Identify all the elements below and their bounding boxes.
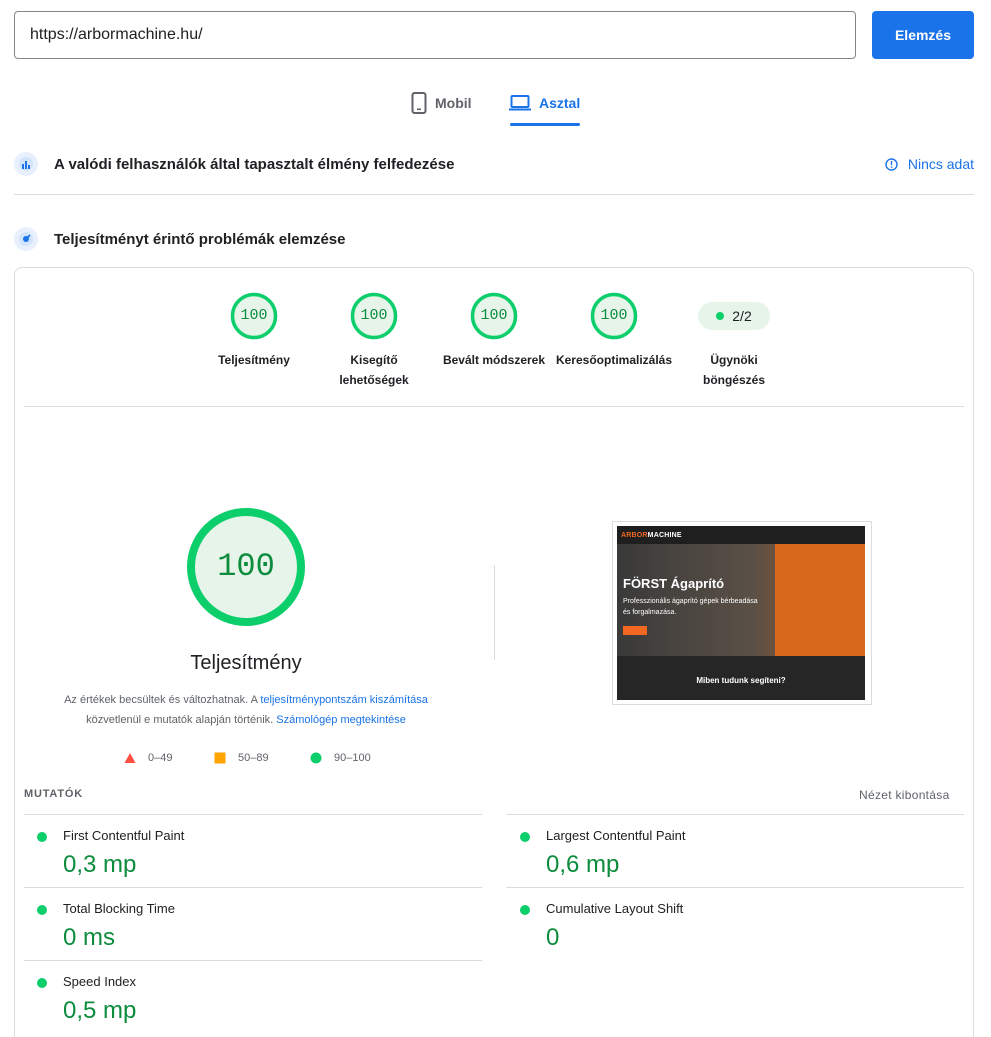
analyze-button[interactable]: Elemzés [872, 11, 974, 59]
calculator-link[interactable]: Számológép megtekintése [276, 714, 406, 726]
lab-data-icon [14, 227, 38, 251]
performance-score: 100 [217, 548, 275, 585]
logo-part-b: MACHINE [647, 531, 682, 539]
field-data-header: A valódi felhasználók által tapasztalt é… [14, 149, 974, 179]
page-screenshot[interactable]: ARBORMACHINE FÖRST Ágaprító Professzioná… [612, 521, 872, 705]
mobile-phone-icon [411, 92, 427, 114]
metric-name: Largest Contentful Paint [546, 828, 686, 843]
tab-mobile[interactable]: Mobil [411, 80, 472, 126]
score-calculation-link[interactable]: teljesítménypontszám kiszámítása [260, 694, 428, 706]
metric-name: Speed Index [63, 974, 137, 989]
metric-value: 0,5 mp [63, 997, 137, 1024]
category-gauge-best-practices[interactable]: 100 [470, 292, 518, 340]
screenshot-machine [775, 544, 865, 656]
score-disclaimer: Az értékek becsültek és változhatnak. A … [36, 690, 456, 730]
category-label-accessibility: Kisegítő lehetőségek [339, 353, 409, 387]
pass-dot-icon [520, 905, 530, 915]
legend-average: 50–89 [214, 750, 269, 766]
legend-fail-label: 0–49 [148, 752, 173, 764]
category-label-seo: Keresőoptimalizálás [555, 353, 673, 367]
pass-dot-icon [716, 312, 725, 320]
laptop-icon [509, 95, 531, 111]
category-label-performance: Teljesítmény [218, 353, 290, 367]
legend-average-label: 50–89 [238, 752, 269, 764]
expand-view-link[interactable]: Nézet kibontása [859, 788, 950, 802]
pass-dot-icon [37, 832, 47, 842]
url-bar: Elemzés [14, 11, 974, 59]
category-score: 100 [600, 307, 628, 324]
pass-dot-icon [37, 978, 47, 988]
legend-pass-label: 90–100 [334, 752, 371, 764]
metric-value: 0 ms [63, 924, 116, 951]
vertical-divider [494, 565, 495, 660]
logo-part-a: ARBOR [621, 531, 648, 539]
tab-desktop[interactable]: Asztal [509, 80, 580, 126]
metric-cls: Cumulative Layout Shift 0 [507, 888, 947, 960]
metric-lcp: Largest Contentful Paint 0,6 mp [507, 815, 947, 887]
agent-badge[interactable]: 2/2 [698, 302, 770, 330]
metric-speed-index: Speed Index 0,5 mp [24, 961, 464, 1033]
info-icon [885, 157, 898, 171]
category-gauge-accessibility[interactable]: 100 [350, 292, 398, 340]
metrics-heading: MUTATÓK [24, 788, 83, 800]
categories-divider [24, 406, 964, 407]
legend-pass: 90–100 [310, 750, 371, 766]
field-data-icon [14, 152, 38, 176]
legend-fail: 0–49 [124, 750, 172, 766]
field-data-title: A valódi felhasználók által tapasztalt é… [54, 155, 455, 173]
lab-data-header: Teljesítményt érintő problémák elemzése [14, 224, 974, 254]
screenshot-navbar: ARBORMACHINE [617, 526, 865, 544]
section-divider [14, 194, 974, 195]
metric-name: First Contentful Paint [63, 828, 185, 843]
metric-name: Cumulative Layout Shift [546, 901, 684, 916]
category-label-best-practices: Bevált módszerek [442, 353, 546, 367]
pass-dot-icon [520, 832, 530, 842]
screenshot-band-title: Miben tudunk segíteni? [696, 676, 786, 685]
metric-name: Total Blocking Time [63, 901, 175, 916]
metric-tbt: Total Blocking Time 0 ms [24, 888, 464, 960]
metric-value: 0,3 mp [63, 851, 137, 878]
device-tabs: Mobil Asztal [0, 80, 991, 126]
circle-icon [310, 752, 322, 764]
triangle-icon [124, 753, 136, 763]
no-data-link[interactable]: Nincs adat [885, 156, 974, 172]
agent-badge-value: 2/2 [732, 308, 752, 324]
pass-dot-icon [37, 905, 47, 915]
screenshot-heading: FÖRST Ágaprító [623, 576, 725, 591]
metric-value: 0 [546, 924, 560, 951]
disclaimer-text-1: Az értékek becsültek és változhatnak. A [64, 694, 261, 706]
metric-value: 0,6 mp [546, 851, 620, 878]
category-score: 100 [360, 307, 388, 324]
lab-data-title: Teljesítményt érintő problémák elemzése [54, 230, 346, 248]
screenshot-logo: ARBORMACHINE [621, 532, 682, 539]
url-input[interactable] [14, 11, 856, 59]
active-tab-indicator [510, 123, 580, 126]
agent-label: Ügynöki böngészés [702, 353, 765, 387]
no-data-label: Nincs adat [907, 156, 974, 172]
tab-desktop-label: Asztal [539, 95, 581, 111]
screenshot-button [623, 626, 647, 635]
screenshot-image: ARBORMACHINE FÖRST Ágaprító Professzioná… [617, 526, 865, 700]
category-score: 100 [240, 307, 268, 324]
metric-fcp: First Contentful Paint 0,3 mp [24, 815, 464, 887]
screenshot-text: Professzionális ágaprító gépek bérbeadás… [623, 598, 758, 616]
category-gauge-performance[interactable]: 100 [230, 292, 278, 340]
square-icon [214, 752, 226, 764]
category-score: 100 [480, 307, 508, 324]
category-gauge-seo[interactable]: 100 [590, 292, 638, 340]
tab-mobile-label: Mobil [435, 95, 472, 111]
performance-title: Teljesítmény [190, 652, 302, 674]
disclaimer-text-2: közvetlenül e mutatók alapján történik. [86, 714, 277, 726]
